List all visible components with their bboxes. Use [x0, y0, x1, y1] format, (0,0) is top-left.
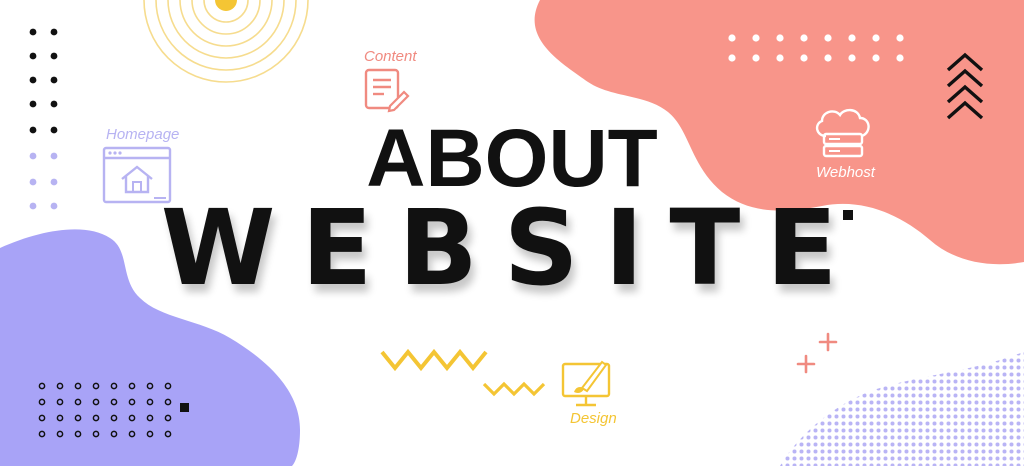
content-label: Content — [364, 48, 417, 65]
plus-signs — [796, 332, 838, 374]
concentric-arcs — [143, 0, 309, 83]
title-website: WEBSITE — [160, 187, 864, 309]
black-square — [180, 403, 189, 412]
zigzag-small — [482, 381, 546, 397]
banner: Content Homepage Webhost Design ABOUT WE… — [0, 0, 1024, 466]
zigzag-large — [380, 348, 488, 372]
document-pen-icon — [364, 68, 410, 113]
halftone-wave — [780, 352, 1024, 466]
monitor-brush-icon — [561, 360, 611, 407]
design-label: Design — [570, 410, 617, 427]
